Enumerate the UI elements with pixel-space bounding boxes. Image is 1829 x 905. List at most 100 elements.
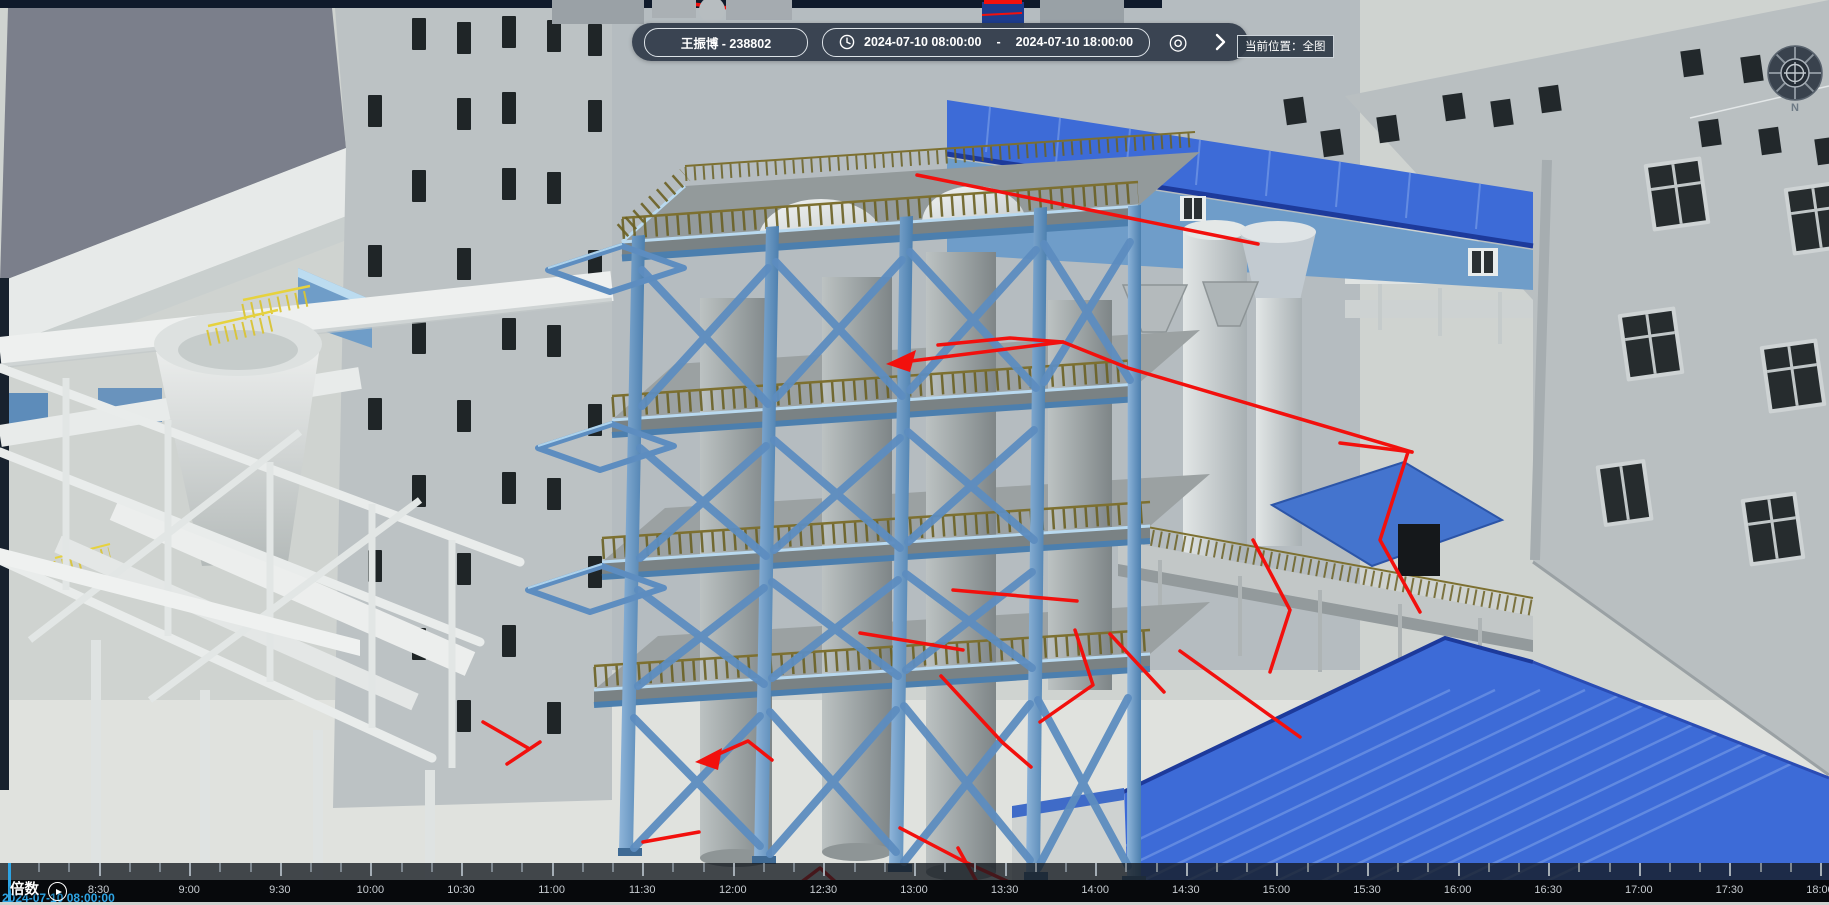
timeline-time-label: 17:00 <box>1625 884 1653 896</box>
toolbar: 王振博 - 238802 2024-07-10 08:00:00 - 2024-… <box>632 23 1248 61</box>
timeline-minor-tick <box>491 863 493 872</box>
timeline-time-label: 13:30 <box>991 884 1019 896</box>
timeline-minor-tick <box>612 863 614 872</box>
timeline-time-label: 14:30 <box>1172 884 1200 896</box>
timeline-time-label: 10:00 <box>357 884 385 896</box>
timeline-tick-track[interactable] <box>0 863 1829 880</box>
timeline-minor-tick <box>521 863 523 872</box>
timeline-minor-tick <box>219 863 221 872</box>
timeline-time-label: 12:30 <box>810 884 838 896</box>
timeline-major-tick <box>1729 863 1731 876</box>
timeline-major-tick <box>914 863 916 876</box>
compass-north-label: N <box>1764 102 1826 114</box>
timeline-minor-tick <box>1337 863 1339 872</box>
timeline-major-tick <box>1095 863 1097 876</box>
timeline-minor-tick <box>1790 863 1792 872</box>
timeline-major-tick <box>1367 863 1369 876</box>
timeline-minor-tick <box>582 863 584 872</box>
timeline-minor-tick <box>1397 863 1399 872</box>
timeline-major-tick <box>1005 863 1007 876</box>
timeline-major-tick <box>461 863 463 876</box>
dark-doorway <box>1398 524 1440 576</box>
timeline-major-tick <box>280 863 282 876</box>
timeline-major-tick <box>1548 863 1550 876</box>
person-label: 王振博 - 238802 <box>681 33 771 52</box>
timeline-major-tick <box>1820 863 1822 876</box>
timeline-major-tick <box>1276 863 1278 876</box>
person-selector[interactable]: 王振博 - 238802 <box>644 28 808 57</box>
time-range-picker[interactable]: 2024-07-10 08:00:00 - 2024-07-10 18:00:0… <box>822 28 1150 57</box>
timeline-minor-tick <box>1156 863 1158 872</box>
timeline-minor-tick <box>1307 863 1309 872</box>
timeline-time-label: 13:00 <box>900 884 928 896</box>
timeline-minor-tick <box>763 863 765 872</box>
timeline-minor-tick <box>38 863 40 872</box>
timeline-minor-tick <box>1246 863 1248 872</box>
timeline-minor-tick <box>1578 863 1580 872</box>
locate-button[interactable]: ◎ <box>1164 28 1192 56</box>
timeline-time-label: 10:30 <box>447 884 475 896</box>
timeline-minor-tick <box>1699 863 1701 872</box>
timeline-major-tick <box>1458 863 1460 876</box>
timeline-major-tick <box>1639 863 1641 876</box>
timeline-minor-tick <box>159 863 161 872</box>
timeline-major-tick <box>552 863 554 876</box>
timeline-minor-tick <box>1518 863 1520 872</box>
timeline-minor-tick <box>129 863 131 872</box>
chevron-right-icon <box>1210 31 1230 53</box>
timeline-minor-tick <box>1216 863 1218 872</box>
time-separator: - <box>990 35 1006 49</box>
clock-icon <box>839 34 855 50</box>
timeline-minor-tick <box>1035 863 1037 872</box>
timeline-minor-tick <box>250 863 252 872</box>
timeline-minor-tick <box>340 863 342 872</box>
timeline-minor-tick <box>974 863 976 872</box>
timeline-major-tick <box>1186 863 1188 876</box>
timeline-time-label: 11:00 <box>538 884 565 896</box>
timeline-minor-tick <box>1125 863 1127 872</box>
location-label: 当前位置：全图 <box>1245 41 1326 53</box>
timeline-minor-tick <box>1609 863 1611 872</box>
timeline-minor-tick <box>401 863 403 872</box>
scene-3d-viewport[interactable] <box>0 0 1829 902</box>
expand-button[interactable] <box>1206 28 1234 56</box>
timeline-minor-tick <box>944 863 946 872</box>
timeline-time-label: 11:30 <box>629 884 656 896</box>
location-badge: 当前位置：全图 <box>1237 35 1334 58</box>
time-end: 2024-07-10 18:00:00 <box>1016 35 1133 49</box>
timeline-time-label: 18:00 <box>1806 884 1829 896</box>
bullseye-icon: ◎ <box>1168 31 1187 53</box>
timeline-minor-tick <box>1427 863 1429 872</box>
timeline-time-label: 16:30 <box>1534 884 1562 896</box>
timeline-minor-tick <box>1065 863 1067 872</box>
play-button[interactable] <box>48 882 67 901</box>
plant-3d-render <box>0 0 1829 902</box>
timeline-time-label: 14:00 <box>1081 884 1109 896</box>
timeline-major-tick <box>823 863 825 876</box>
timeline-minor-tick <box>672 863 674 872</box>
timeline-major-tick <box>99 863 101 876</box>
timeline-major-tick <box>642 863 644 876</box>
playback-controls: 2024-07-10 08:00:00 倍数 <box>0 880 300 902</box>
timeline-time-label: 12:00 <box>719 884 747 896</box>
timeline-time-label: 17:30 <box>1716 884 1744 896</box>
timeline-minor-tick <box>68 863 70 872</box>
compass-icon <box>1764 44 1826 106</box>
compass-widget[interactable]: N <box>1764 44 1826 116</box>
timeline-time-label: 15:30 <box>1353 884 1381 896</box>
timeline-minor-tick <box>1669 863 1671 872</box>
playback-speed-label[interactable]: 倍数 <box>10 878 39 899</box>
timeline-minor-tick <box>703 863 705 872</box>
timeline-minor-tick <box>854 863 856 872</box>
timeline-minor-tick <box>1488 863 1490 872</box>
timeline-major-tick <box>370 863 372 876</box>
timeline-minor-tick <box>793 863 795 872</box>
timeline-major-tick <box>189 863 191 876</box>
timeline-time-label: 15:00 <box>1263 884 1291 896</box>
timeline-minor-tick <box>1760 863 1762 872</box>
timeline-major-tick <box>733 863 735 876</box>
timeline-minor-tick <box>431 863 433 872</box>
timeline-minor-tick <box>884 863 886 872</box>
timeline-time-label: 16:00 <box>1444 884 1472 896</box>
time-start: 2024-07-10 08:00:00 <box>864 35 981 49</box>
